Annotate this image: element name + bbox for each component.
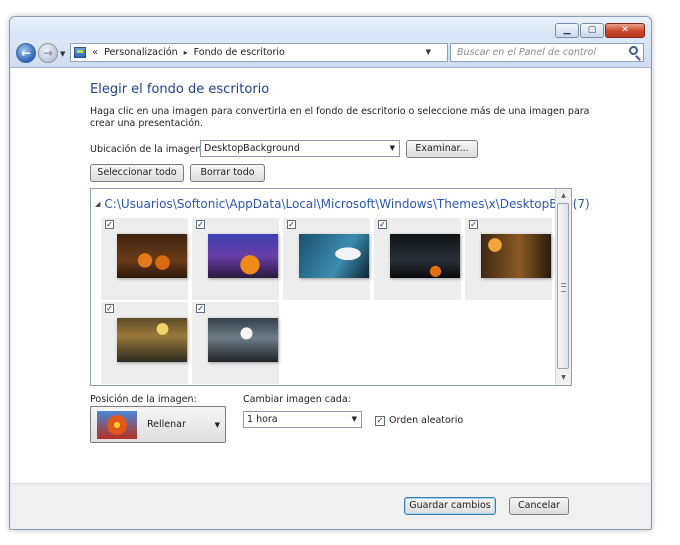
minimize-button[interactable]: ▁: [555, 23, 579, 38]
location-value: DesktopBackground: [204, 143, 300, 154]
wallpaper-checkbox[interactable]: ✓: [196, 220, 205, 229]
wallpaper-thumbnail: [117, 318, 187, 362]
wallpaper-thumbnail: [481, 234, 551, 278]
wallpaper-tile[interactable]: ✓: [465, 218, 552, 300]
window: ▁ ▢ ✕ ← → ▼ « Personalización ▸ Fondo de…: [9, 16, 652, 530]
scrollbar-thumb[interactable]: [557, 203, 569, 369]
select-all-button[interactable]: Seleccionar todo: [90, 164, 184, 182]
wallpaper-checkbox[interactable]: ✓: [196, 304, 205, 313]
recent-pages-dropdown-icon[interactable]: ▼: [60, 50, 65, 58]
clear-all-button[interactable]: Borrar todo: [190, 164, 265, 182]
chevron-down-icon: ▼: [214, 421, 220, 429]
wallpaper-checkbox[interactable]: ✓: [378, 220, 387, 229]
breadcrumb-fondo-escritorio[interactable]: Fondo de escritorio: [194, 47, 285, 58]
address-dropdown-icon[interactable]: ▼: [426, 48, 431, 56]
breadcrumb-overflow[interactable]: «: [92, 47, 98, 58]
wallpaper-checkbox[interactable]: ✓: [469, 220, 478, 229]
address-bar[interactable]: « Personalización ▸ Fondo de escritorio …: [70, 43, 448, 62]
back-button[interactable]: ←: [16, 43, 36, 63]
control-panel-icon: [74, 47, 86, 58]
wallpaper-tile[interactable]: ✓: [374, 218, 461, 300]
close-button[interactable]: ✕: [605, 23, 645, 38]
wallpaper-tile[interactable]: ✓: [101, 302, 188, 384]
wallpaper-thumbnail: [390, 234, 460, 278]
save-changes-button[interactable]: Guardar cambios: [404, 497, 496, 515]
folder-count: (7): [572, 197, 590, 211]
location-label: Ubicación de la imagen:: [90, 144, 205, 155]
shuffle-label[interactable]: Orden aleatorio: [389, 415, 463, 426]
position-value: Rellenar: [147, 419, 186, 430]
position-select[interactable]: Rellenar ▼: [90, 406, 226, 443]
back-arrow-icon: ←: [20, 46, 32, 60]
folder-group-header[interactable]: ◢ C:\Usuarios\Softonic\AppData\Local\Micr…: [95, 197, 590, 211]
chevron-down-icon: ▼: [351, 415, 357, 423]
breadcrumb-separator-icon[interactable]: ▸: [184, 48, 188, 57]
footer-bar: Guardar cambios Cancelar: [11, 483, 650, 529]
interval-select[interactable]: 1 hora ▼: [243, 411, 362, 428]
cancel-button[interactable]: Cancelar: [509, 497, 569, 515]
forward-button[interactable]: →: [38, 43, 58, 63]
image-gallery: ◢ C:\Usuarios\Softonic\AppData\Local\Micr…: [90, 188, 590, 386]
caption-buttons: ▁ ▢ ✕: [555, 23, 645, 38]
browse-button[interactable]: Examinar...: [406, 140, 478, 158]
shuffle-checkbox[interactable]: ✓: [375, 416, 385, 426]
position-preview-thumbnail: [97, 411, 137, 439]
wallpaper-checkbox[interactable]: ✓: [105, 304, 114, 313]
wallpaper-tile[interactable]: ✓: [101, 218, 188, 300]
location-select[interactable]: DesktopBackground ▼: [200, 140, 400, 157]
wallpaper-checkbox[interactable]: ✓: [287, 220, 296, 229]
wallpaper-thumbnail: [208, 318, 278, 362]
page-title: Elegir el fondo de escritorio: [90, 82, 270, 97]
vertical-scrollbar[interactable]: ▲ ▼: [555, 189, 571, 385]
collapse-triangle-icon[interactable]: ◢: [95, 200, 100, 208]
title-bar: ▁ ▢ ✕: [10, 17, 651, 39]
wallpaper-thumbnail: [117, 234, 187, 278]
forward-arrow-icon: →: [42, 46, 54, 60]
position-label: Posición de la imagen:: [90, 394, 197, 405]
wallpaper-thumbnail: [299, 234, 369, 278]
breadcrumb-personalizacion[interactable]: Personalización: [104, 47, 178, 58]
interval-value: 1 hora: [247, 414, 278, 425]
scroll-down-icon[interactable]: ▼: [556, 371, 571, 385]
content-area: Elegir el fondo de escritorio Haga clic …: [11, 68, 650, 483]
interval-label: Cambiar imagen cada:: [243, 394, 351, 405]
wallpaper-checkbox[interactable]: ✓: [105, 220, 114, 229]
search-icon[interactable]: [629, 46, 638, 55]
wallpaper-tile[interactable]: ✓: [192, 218, 279, 300]
scroll-up-icon[interactable]: ▲: [556, 189, 571, 203]
wallpaper-tile[interactable]: ✓: [192, 302, 279, 384]
wallpaper-tile[interactable]: ✓: [283, 218, 370, 300]
grip-icon: [561, 283, 566, 292]
search-placeholder: Buscar en el Panel de control: [457, 47, 596, 58]
folder-path: C:\Usuarios\Softonic\AppData\Local\Micro…: [104, 197, 569, 211]
maximize-button[interactable]: ▢: [580, 23, 604, 38]
page-description: Haga clic en una imagen para convertirla…: [90, 106, 590, 129]
navigation-bar: ← → ▼ « Personalización ▸ Fondo de escri…: [10, 39, 651, 68]
chevron-down-icon: ▼: [389, 144, 395, 152]
search-input[interactable]: Buscar en el Panel de control: [450, 43, 644, 62]
wallpaper-thumbnail: [208, 234, 278, 278]
